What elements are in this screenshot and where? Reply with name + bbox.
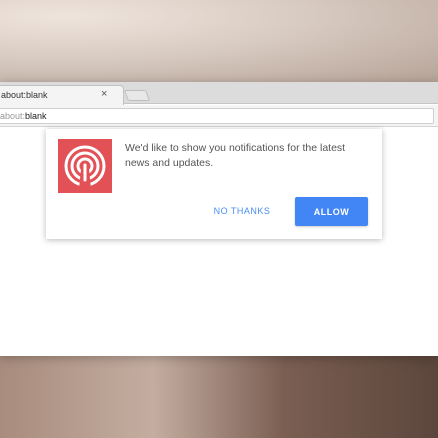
allow-button[interactable]: ALLOW xyxy=(295,197,368,226)
address-host: blank xyxy=(25,111,47,121)
tab-title: about:blank xyxy=(1,90,48,100)
notification-permission-prompt: We'd like to show you notifications for … xyxy=(46,129,382,239)
address-prefix: about: xyxy=(0,111,26,121)
desktop-background-top xyxy=(0,0,438,82)
new-tab-button[interactable] xyxy=(123,90,151,101)
desktop-background-bottom xyxy=(0,354,438,438)
no-thanks-button[interactable]: NO THANKS xyxy=(202,197,282,225)
tab-strip: about:blank × xyxy=(0,82,438,105)
browser-window: about:blank × about:blank We'd like to s… xyxy=(0,82,438,356)
toolbar: about:blank xyxy=(0,105,438,127)
address-bar[interactable]: about:blank xyxy=(0,108,434,124)
notification-message: We'd like to show you notifications for … xyxy=(125,142,346,169)
tab-about-blank[interactable]: about:blank × xyxy=(0,85,124,105)
broadcast-signal-icon xyxy=(58,139,112,193)
close-icon[interactable]: × xyxy=(101,88,107,100)
address-text: about:blank xyxy=(0,111,47,121)
